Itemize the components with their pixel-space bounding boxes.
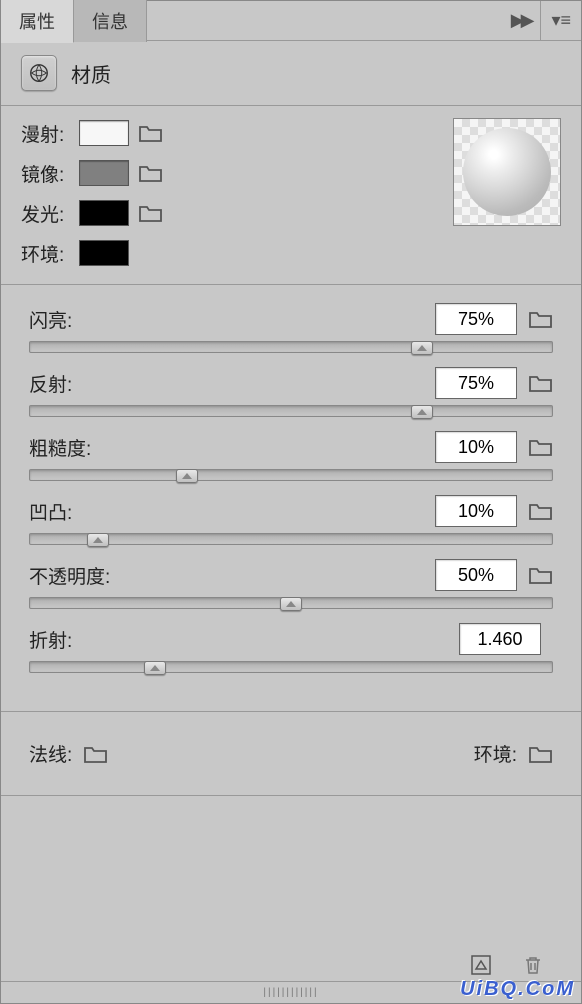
folder-icon[interactable]	[529, 744, 553, 764]
preview-sphere	[463, 128, 551, 216]
env-label: 环境:	[474, 740, 517, 767]
normal-label: 法线:	[29, 740, 72, 767]
reflect-label: 反射:	[29, 370, 72, 397]
bump-input[interactable]	[435, 495, 517, 527]
refraction-track[interactable]	[29, 661, 553, 673]
folder-icon[interactable]	[139, 203, 163, 223]
roughness-label: 粗糙度:	[29, 434, 91, 461]
panel-title: 材质	[71, 59, 111, 88]
ambient-label: 环境:	[21, 240, 79, 267]
reflect-input[interactable]	[435, 367, 517, 399]
panel-menu-icon[interactable]: ▾≡	[540, 1, 581, 40]
sliders-section: 闪亮: 反射: 粗糙度: 凹凸:	[1, 285, 581, 712]
folder-icon[interactable]	[529, 437, 553, 457]
slider-shine: 闪亮:	[29, 303, 553, 353]
slider-bump: 凹凸:	[29, 495, 553, 545]
mirror-swatch[interactable]	[79, 160, 129, 186]
slider-roughness: 粗糙度:	[29, 431, 553, 481]
diffuse-swatch[interactable]	[79, 120, 129, 146]
watermark: UiBQ.CoM	[460, 978, 575, 1001]
slider-thumb[interactable]	[411, 405, 433, 419]
folder-icon[interactable]	[139, 163, 163, 183]
opacity-track[interactable]	[29, 597, 553, 609]
swatch-row-glow: 发光:	[21, 198, 163, 228]
bump-track[interactable]	[29, 533, 553, 545]
swatch-row-ambient: 环境:	[21, 238, 163, 268]
slider-reflect: 反射:	[29, 367, 553, 417]
folder-icon[interactable]	[139, 123, 163, 143]
folder-icon[interactable]	[529, 309, 553, 329]
swatch-row-diffuse: 漫射:	[21, 118, 163, 148]
slider-thumb[interactable]	[144, 661, 166, 675]
slider-thumb[interactable]	[280, 597, 302, 611]
roughness-track[interactable]	[29, 469, 553, 481]
mirror-label: 镜像:	[21, 160, 79, 187]
slider-thumb[interactable]	[176, 469, 198, 483]
shine-track[interactable]	[29, 341, 553, 353]
tab-info[interactable]: 信息	[74, 0, 147, 42]
ambient-swatch[interactable]	[79, 240, 129, 266]
shine-label: 闪亮:	[29, 306, 72, 333]
folder-icon[interactable]	[529, 501, 553, 521]
material-preview[interactable]	[453, 118, 561, 226]
slider-refraction: 折射:	[29, 623, 553, 673]
slider-opacity: 不透明度:	[29, 559, 553, 609]
refraction-label: 折射:	[29, 626, 72, 653]
opacity-label: 不透明度:	[29, 562, 110, 589]
folder-icon[interactable]	[529, 565, 553, 585]
shine-input[interactable]	[435, 303, 517, 335]
folder-icon[interactable]	[84, 744, 108, 764]
tab-bar: 属性 信息 ▶▶ ▾≡	[1, 1, 581, 41]
render-settings-icon[interactable]	[469, 953, 493, 977]
material-icon[interactable]	[21, 55, 57, 91]
trash-icon[interactable]	[521, 953, 545, 977]
bump-label: 凹凸:	[29, 498, 72, 525]
reflect-track[interactable]	[29, 405, 553, 417]
panel-header: 材质	[1, 41, 581, 106]
glow-swatch[interactable]	[79, 200, 129, 226]
swatch-section: 漫射: 镜像: 发光: 环境:	[1, 106, 581, 285]
diffuse-label: 漫射:	[21, 120, 79, 147]
resize-grip[interactable]: |||||||||||| UiBQ.CoM	[1, 981, 581, 1003]
normal-section: 法线: 环境:	[1, 712, 581, 796]
opacity-input[interactable]	[435, 559, 517, 591]
roughness-input[interactable]	[435, 431, 517, 463]
panel-footer: |||||||||||| UiBQ.CoM	[1, 947, 581, 1003]
refraction-input[interactable]	[459, 623, 541, 655]
slider-thumb[interactable]	[411, 341, 433, 355]
folder-icon[interactable]	[529, 373, 553, 393]
glow-label: 发光:	[21, 200, 79, 227]
slider-thumb[interactable]	[87, 533, 109, 547]
swatch-row-mirror: 镜像:	[21, 158, 163, 188]
collapse-icon[interactable]: ▶▶	[501, 10, 541, 31]
tab-properties[interactable]: 属性	[1, 0, 74, 43]
